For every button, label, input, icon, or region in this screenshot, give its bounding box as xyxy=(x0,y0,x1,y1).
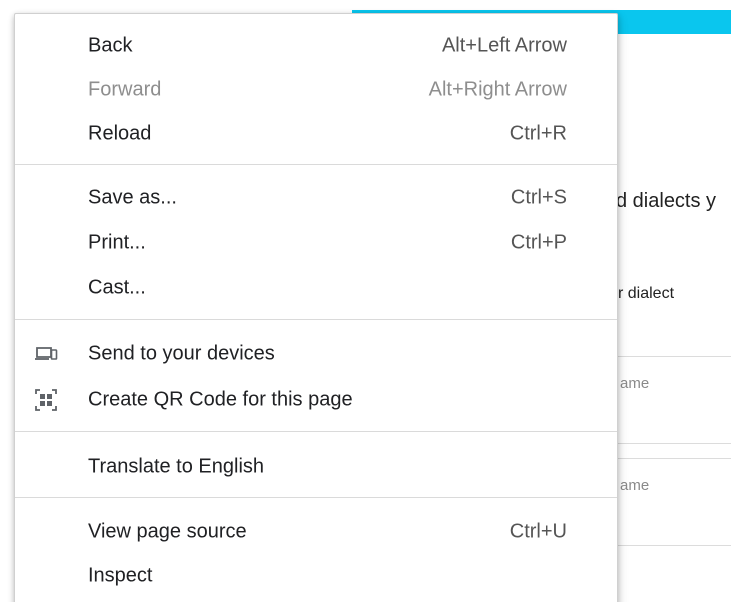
context-menu: Back Alt+Left Arrow Forward Alt+Right Ar… xyxy=(14,13,618,602)
menu-item-shortcut: Ctrl+U xyxy=(509,520,567,543)
menu-item-label: View page source xyxy=(88,520,247,543)
menu-item-reload[interactable]: Reload Ctrl+R xyxy=(15,114,617,154)
page-heading-fragment: d dialects y xyxy=(616,190,717,212)
menu-item-shortcut: Ctrl+P xyxy=(510,231,567,254)
devices-icon xyxy=(33,341,59,367)
menu-item-view-page-source[interactable]: View page source Ctrl+U xyxy=(15,512,617,552)
menu-item-label: Forward xyxy=(88,78,162,101)
menu-separator xyxy=(15,319,617,320)
menu-item-label: Reload xyxy=(88,122,152,145)
page-input-placeholder: ame xyxy=(620,375,650,392)
menu-item-label: Inspect xyxy=(88,564,153,587)
menu-item-shortcut: Ctrl+R xyxy=(509,122,567,145)
menu-item-label: Cast... xyxy=(88,276,146,299)
menu-item-back[interactable]: Back Alt+Left Arrow xyxy=(15,26,617,66)
menu-item-print[interactable]: Print... Ctrl+P xyxy=(15,223,617,263)
menu-item-label: Translate to English xyxy=(88,455,265,478)
menu-item-label: Save as... xyxy=(88,186,177,209)
page-input-field[interactable]: ame xyxy=(612,458,731,546)
page-label-fragment: r dialect xyxy=(618,285,675,302)
menu-item-label: Back xyxy=(88,34,133,57)
qr-code-icon xyxy=(33,387,59,413)
menu-item-translate[interactable]: Translate to English xyxy=(15,447,617,487)
page-input-placeholder: ame xyxy=(620,477,650,494)
menu-item-save-as[interactable]: Save as... Ctrl+S xyxy=(15,178,617,218)
browser-viewport: d dialects y r dialect ame ame Back Alt+… xyxy=(0,0,731,602)
menu-item-cast[interactable]: Cast... xyxy=(15,268,617,308)
menu-item-send-to-devices[interactable]: Send to your devices xyxy=(15,334,617,374)
menu-item-forward: Forward Alt+Right Arrow xyxy=(15,70,617,110)
menu-separator xyxy=(15,497,617,498)
menu-item-inspect[interactable]: Inspect xyxy=(15,556,617,596)
menu-item-shortcut: Alt+Left Arrow xyxy=(441,34,567,57)
menu-separator xyxy=(15,164,617,165)
menu-item-label: Print... xyxy=(88,231,146,254)
menu-item-shortcut: Alt+Right Arrow xyxy=(428,78,567,101)
menu-item-shortcut: Ctrl+S xyxy=(510,186,567,209)
menu-item-create-qr-code[interactable]: Create QR Code for this page xyxy=(15,380,617,420)
menu-item-label: Send to your devices xyxy=(88,342,275,365)
menu-separator xyxy=(15,431,617,432)
page-input-field[interactable]: ame xyxy=(612,356,731,444)
menu-item-label: Create QR Code for this page xyxy=(88,388,353,411)
